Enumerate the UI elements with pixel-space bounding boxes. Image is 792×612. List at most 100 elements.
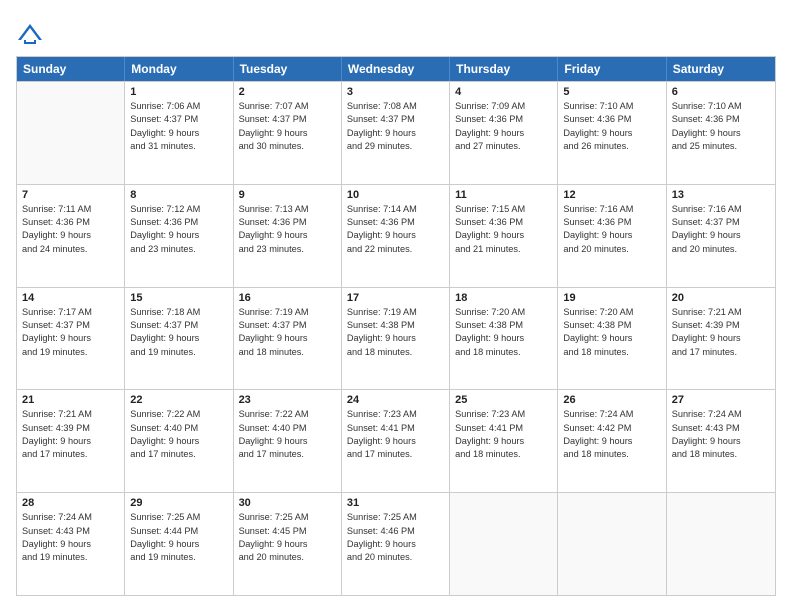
day-cell-18: 18 Sunrise: 7:20 AM Sunset: 4:38 PM Dayli… xyxy=(450,288,558,390)
day-number: 27 xyxy=(672,394,770,406)
day-cell-27: 27 Sunrise: 7:24 AM Sunset: 4:43 PM Dayli… xyxy=(667,390,775,492)
header-day-wednesday: Wednesday xyxy=(342,57,450,81)
day-info: Sunrise: 7:23 AM Sunset: 4:41 PM Dayligh… xyxy=(455,408,552,461)
day-cell-24: 24Sunrise: 7:23 AM Sunset: 4:41 PM Dayli… xyxy=(342,390,450,492)
day-cell-16: 16 Sunrise: 7:19 AM Sunset: 4:37 PM Dayli… xyxy=(234,288,342,390)
day-cell-2: 2 Sunrise: 7:07 AM Sunset: 4:37 PM Daylig… xyxy=(234,82,342,184)
day-number: 8 xyxy=(130,189,227,201)
day-number: 11 xyxy=(455,189,552,201)
day-number: 31 xyxy=(347,497,444,509)
week-row-2: 14Sunrise: 7:17 AM Sunset: 4:37 PM Dayli… xyxy=(17,287,775,390)
day-cell-31: 31 Sunrise: 7:25 AM Sunset: 4:46 PM Dayli… xyxy=(342,493,450,595)
day-cell-12: 12 Sunrise: 7:16 AM Sunset: 4:36 PM Dayli… xyxy=(558,185,666,287)
day-info: Sunrise: 7:22 AM Sunset: 4:40 PM Dayligh… xyxy=(130,408,227,461)
day-number: 17 xyxy=(347,292,444,304)
day-info: Sunrise: 7:25 AM Sunset: 4:44 PM Dayligh… xyxy=(130,511,227,564)
day-info: Sunrise: 7:24 AM Sunset: 4:42 PM Dayligh… xyxy=(563,408,660,461)
day-number: 10 xyxy=(347,189,444,201)
day-cell-26: 26 Sunrise: 7:24 AM Sunset: 4:42 PM Dayli… xyxy=(558,390,666,492)
day-info: Sunrise: 7:15 AM Sunset: 4:36 PM Dayligh… xyxy=(455,203,552,256)
empty-cell xyxy=(667,493,775,595)
week-row-1: 7 Sunrise: 7:11 AM Sunset: 4:36 PM Daylig… xyxy=(17,184,775,287)
header-day-sunday: Sunday xyxy=(17,57,125,81)
empty-cell xyxy=(450,493,558,595)
day-info: Sunrise: 7:12 AM Sunset: 4:36 PM Dayligh… xyxy=(130,203,227,256)
day-info: Sunrise: 7:25 AM Sunset: 4:46 PM Dayligh… xyxy=(347,511,444,564)
calendar-body: 1 Sunrise: 7:06 AM Sunset: 4:37 PM Daylig… xyxy=(17,81,775,595)
page: SundayMondayTuesdayWednesdayThursdayFrid… xyxy=(0,0,792,612)
header-day-saturday: Saturday xyxy=(667,57,775,81)
day-number: 7 xyxy=(22,189,119,201)
logo-icon xyxy=(16,20,44,48)
day-number: 24 xyxy=(347,394,444,406)
day-info: Sunrise: 7:06 AM Sunset: 4:37 PM Dayligh… xyxy=(130,100,227,153)
day-cell-14: 14Sunrise: 7:17 AM Sunset: 4:37 PM Dayli… xyxy=(17,288,125,390)
day-number: 1 xyxy=(130,86,227,98)
day-info: Sunrise: 7:17 AM Sunset: 4:37 PM Dayligh… xyxy=(22,306,119,359)
day-info: Sunrise: 7:21 AM Sunset: 4:39 PM Dayligh… xyxy=(22,408,119,461)
header-day-tuesday: Tuesday xyxy=(234,57,342,81)
day-info: Sunrise: 7:24 AM Sunset: 4:43 PM Dayligh… xyxy=(672,408,770,461)
day-cell-15: 15 Sunrise: 7:18 AM Sunset: 4:37 PM Dayli… xyxy=(125,288,233,390)
day-number: 22 xyxy=(130,394,227,406)
day-number: 18 xyxy=(455,292,552,304)
day-info: Sunrise: 7:21 AM Sunset: 4:39 PM Dayligh… xyxy=(672,306,770,359)
day-number: 2 xyxy=(239,86,336,98)
day-number: 12 xyxy=(563,189,660,201)
day-cell-28: 28 Sunrise: 7:24 AM Sunset: 4:43 PM Dayli… xyxy=(17,493,125,595)
day-info: Sunrise: 7:22 AM Sunset: 4:40 PM Dayligh… xyxy=(239,408,336,461)
day-number: 19 xyxy=(563,292,660,304)
day-cell-7: 7 Sunrise: 7:11 AM Sunset: 4:36 PM Daylig… xyxy=(17,185,125,287)
day-number: 30 xyxy=(239,497,336,509)
day-number: 15 xyxy=(130,292,227,304)
day-cell-20: 20Sunrise: 7:21 AM Sunset: 4:39 PM Dayli… xyxy=(667,288,775,390)
day-cell-25: 25Sunrise: 7:23 AM Sunset: 4:41 PM Dayli… xyxy=(450,390,558,492)
day-info: Sunrise: 7:18 AM Sunset: 4:37 PM Dayligh… xyxy=(130,306,227,359)
day-cell-23: 23 Sunrise: 7:22 AM Sunset: 4:40 PM Dayli… xyxy=(234,390,342,492)
day-number: 26 xyxy=(563,394,660,406)
day-number: 6 xyxy=(672,86,770,98)
day-info: Sunrise: 7:11 AM Sunset: 4:36 PM Dayligh… xyxy=(22,203,119,256)
calendar-header: SundayMondayTuesdayWednesdayThursdayFrid… xyxy=(17,57,775,81)
day-cell-9: 9 Sunrise: 7:13 AM Sunset: 4:36 PM Daylig… xyxy=(234,185,342,287)
day-cell-4: 4Sunrise: 7:09 AM Sunset: 4:36 PM Daylig… xyxy=(450,82,558,184)
day-number: 9 xyxy=(239,189,336,201)
day-info: Sunrise: 7:14 AM Sunset: 4:36 PM Dayligh… xyxy=(347,203,444,256)
header xyxy=(16,16,776,48)
day-cell-13: 13 Sunrise: 7:16 AM Sunset: 4:37 PM Dayli… xyxy=(667,185,775,287)
day-number: 16 xyxy=(239,292,336,304)
day-number: 21 xyxy=(22,394,119,406)
day-cell-19: 19 Sunrise: 7:20 AM Sunset: 4:38 PM Dayli… xyxy=(558,288,666,390)
calendar: SundayMondayTuesdayWednesdayThursdayFrid… xyxy=(16,56,776,596)
day-cell-22: 22 Sunrise: 7:22 AM Sunset: 4:40 PM Dayli… xyxy=(125,390,233,492)
day-number: 13 xyxy=(672,189,770,201)
header-day-thursday: Thursday xyxy=(450,57,558,81)
day-cell-21: 21 Sunrise: 7:21 AM Sunset: 4:39 PM Dayli… xyxy=(17,390,125,492)
day-info: Sunrise: 7:16 AM Sunset: 4:37 PM Dayligh… xyxy=(672,203,770,256)
day-info: Sunrise: 7:07 AM Sunset: 4:37 PM Dayligh… xyxy=(239,100,336,153)
day-info: Sunrise: 7:19 AM Sunset: 4:37 PM Dayligh… xyxy=(239,306,336,359)
day-cell-8: 8 Sunrise: 7:12 AM Sunset: 4:36 PM Daylig… xyxy=(125,185,233,287)
day-cell-30: 30 Sunrise: 7:25 AM Sunset: 4:45 PM Dayli… xyxy=(234,493,342,595)
day-cell-6: 6 Sunrise: 7:10 AM Sunset: 4:36 PM Daylig… xyxy=(667,82,775,184)
week-row-4: 28 Sunrise: 7:24 AM Sunset: 4:43 PM Dayli… xyxy=(17,492,775,595)
day-info: Sunrise: 7:24 AM Sunset: 4:43 PM Dayligh… xyxy=(22,511,119,564)
day-info: Sunrise: 7:20 AM Sunset: 4:38 PM Dayligh… xyxy=(563,306,660,359)
day-number: 28 xyxy=(22,497,119,509)
day-info: Sunrise: 7:19 AM Sunset: 4:38 PM Dayligh… xyxy=(347,306,444,359)
logo xyxy=(16,20,46,48)
day-info: Sunrise: 7:25 AM Sunset: 4:45 PM Dayligh… xyxy=(239,511,336,564)
day-number: 23 xyxy=(239,394,336,406)
header-day-friday: Friday xyxy=(558,57,666,81)
day-cell-17: 17 Sunrise: 7:19 AM Sunset: 4:38 PM Dayli… xyxy=(342,288,450,390)
day-number: 3 xyxy=(347,86,444,98)
empty-cell xyxy=(558,493,666,595)
day-cell-29: 29Sunrise: 7:25 AM Sunset: 4:44 PM Dayli… xyxy=(125,493,233,595)
day-info: Sunrise: 7:13 AM Sunset: 4:36 PM Dayligh… xyxy=(239,203,336,256)
day-number: 4 xyxy=(455,86,552,98)
day-info: Sunrise: 7:16 AM Sunset: 4:36 PM Dayligh… xyxy=(563,203,660,256)
week-row-0: 1 Sunrise: 7:06 AM Sunset: 4:37 PM Daylig… xyxy=(17,81,775,184)
day-info: Sunrise: 7:20 AM Sunset: 4:38 PM Dayligh… xyxy=(455,306,552,359)
day-info: Sunrise: 7:10 AM Sunset: 4:36 PM Dayligh… xyxy=(672,100,770,153)
day-cell-3: 3Sunrise: 7:08 AM Sunset: 4:37 PM Daylig… xyxy=(342,82,450,184)
